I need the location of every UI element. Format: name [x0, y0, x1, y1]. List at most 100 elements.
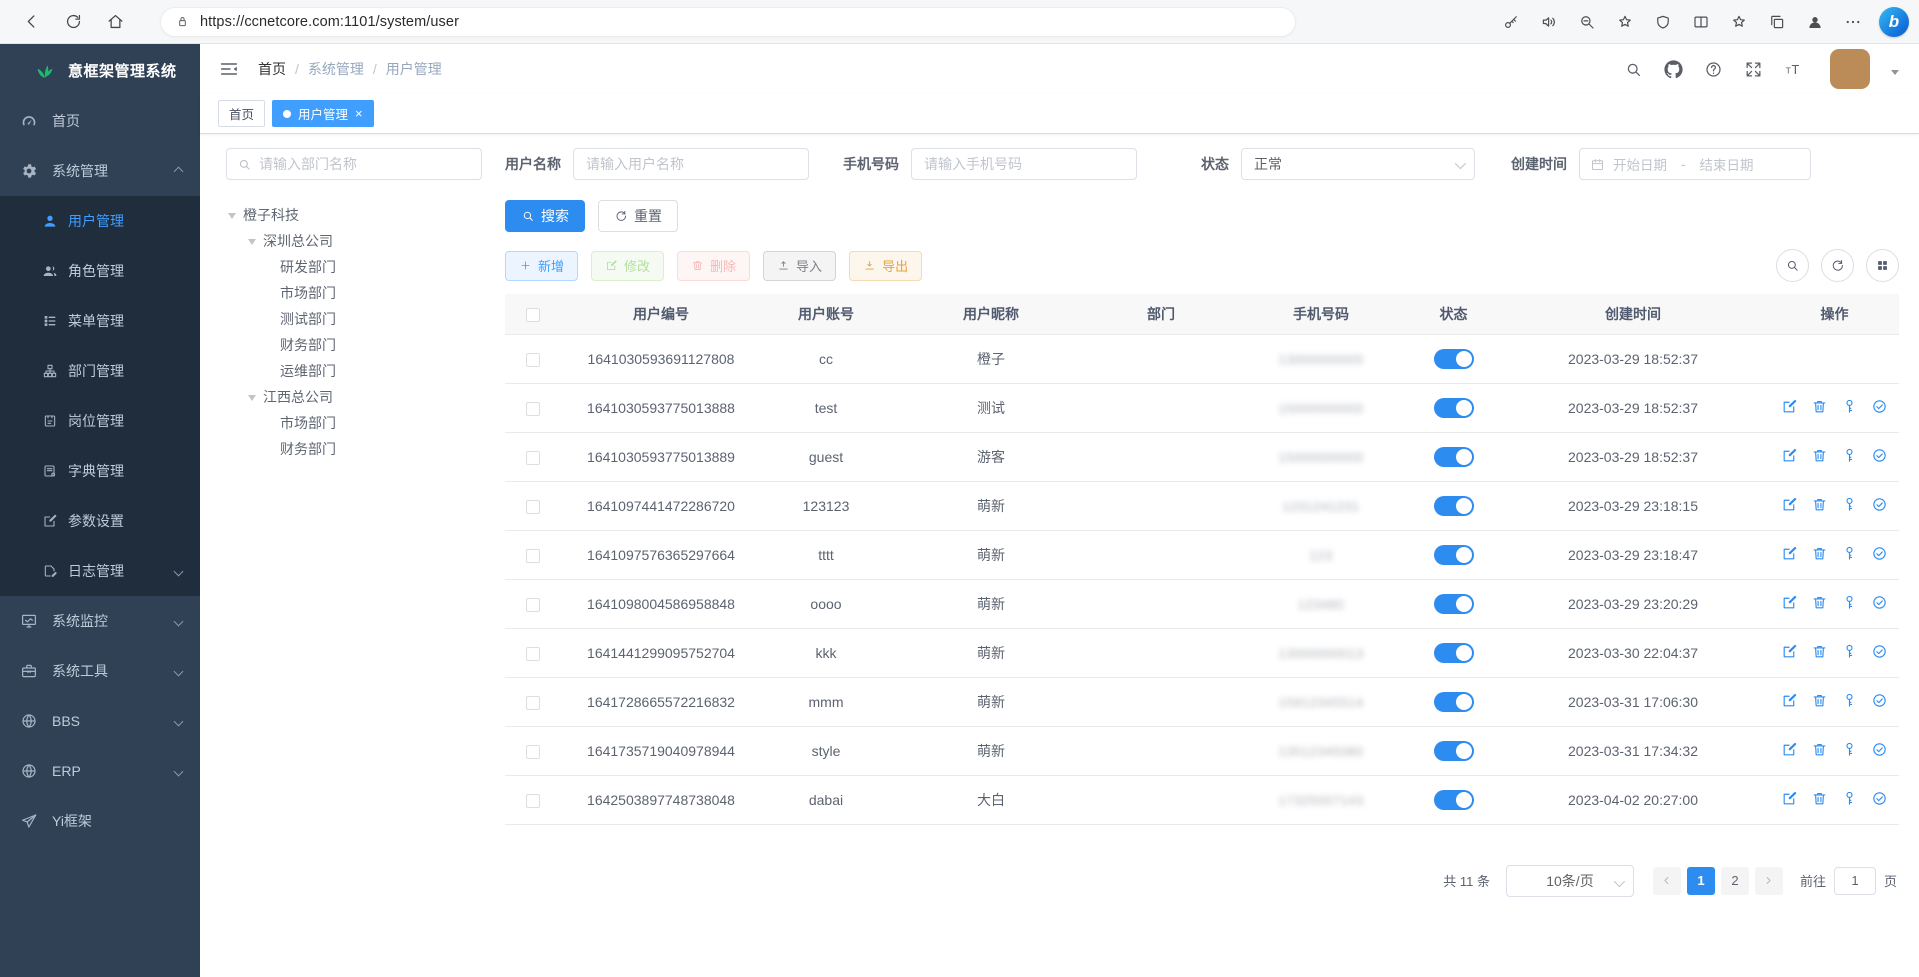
browser-essentials-button[interactable]	[1647, 6, 1679, 38]
row-edit-button[interactable]	[1781, 545, 1798, 562]
row-delete-button[interactable]	[1811, 643, 1828, 660]
search-button[interactable]	[1624, 60, 1643, 79]
home-button[interactable]	[98, 5, 132, 39]
row-checkbox[interactable]	[526, 598, 540, 612]
export-button[interactable]: 导出	[849, 251, 922, 281]
sidebar-item-post[interactable]: 岗位管理	[0, 396, 200, 446]
row-delete-button[interactable]	[1811, 398, 1828, 415]
row-checkbox[interactable]	[526, 745, 540, 759]
table-tool-grid-button[interactable]	[1866, 249, 1899, 282]
row-key-button[interactable]	[1841, 398, 1858, 415]
row-checkbox[interactable]	[526, 353, 540, 367]
search-button[interactable]: 搜索	[505, 200, 585, 232]
row-key-button[interactable]	[1841, 692, 1858, 709]
phone-input[interactable]	[911, 148, 1137, 180]
row-key-button[interactable]	[1841, 496, 1858, 513]
tree-node[interactable]: 测试部门	[226, 306, 482, 332]
status-toggle[interactable]	[1434, 545, 1474, 565]
split-screen-button[interactable]	[1685, 6, 1717, 38]
profile-button[interactable]	[1799, 6, 1831, 38]
collections-button[interactable]	[1761, 6, 1793, 38]
tab-active[interactable]: 用户管理×	[272, 100, 374, 127]
page-number-1[interactable]: 1	[1687, 867, 1715, 895]
breadcrumb-item[interactable]: 系统管理	[308, 59, 364, 79]
favorite-add-button[interactable]	[1609, 6, 1641, 38]
page-number-2[interactable]: 2	[1721, 867, 1749, 895]
status-toggle[interactable]	[1434, 741, 1474, 761]
key-button[interactable]	[1495, 6, 1527, 38]
row-delete-button[interactable]	[1811, 545, 1828, 562]
tree-node[interactable]: 财务部门	[226, 332, 482, 358]
sidebar-item-param[interactable]: 参数设置	[0, 496, 200, 546]
question-button[interactable]	[1704, 60, 1723, 79]
tree-expand-icon[interactable]	[248, 395, 256, 405]
sidebar-item-erp[interactable]: ERP	[0, 746, 200, 796]
import-button[interactable]: 导入	[763, 251, 836, 281]
sidebar-item-user[interactable]: 用户管理	[0, 196, 200, 246]
row-check-circle-button[interactable]	[1871, 692, 1888, 709]
tree-node[interactable]: 深圳总公司	[226, 228, 482, 254]
status-select[interactable]: 正常	[1241, 148, 1475, 180]
status-toggle[interactable]	[1434, 447, 1474, 467]
row-edit-button[interactable]	[1781, 398, 1798, 415]
page-size-select[interactable]: 10条/页	[1506, 865, 1634, 897]
row-delete-button[interactable]	[1811, 447, 1828, 464]
row-check-circle-button[interactable]	[1871, 496, 1888, 513]
bing-copilot-icon[interactable]: b	[1879, 7, 1909, 37]
row-key-button[interactable]	[1841, 741, 1858, 758]
back-button[interactable]	[14, 5, 48, 39]
dept-search-field[interactable]	[226, 148, 482, 180]
status-toggle[interactable]	[1434, 594, 1474, 614]
sidebar-item-bbs[interactable]: BBS	[0, 696, 200, 746]
username-input[interactable]	[573, 148, 809, 180]
status-toggle[interactable]	[1434, 496, 1474, 516]
reset-button[interactable]: 重置	[598, 200, 678, 232]
prev-page-button[interactable]	[1653, 867, 1681, 895]
row-key-button[interactable]	[1841, 447, 1858, 464]
close-icon[interactable]: ×	[355, 107, 363, 120]
row-key-button[interactable]	[1841, 594, 1858, 611]
tree-node[interactable]: 江西总公司	[226, 384, 482, 410]
font-size-button[interactable]: TT	[1784, 60, 1803, 79]
row-checkbox[interactable]	[526, 794, 540, 808]
user-avatar[interactable]	[1830, 49, 1870, 89]
status-toggle[interactable]	[1434, 398, 1474, 418]
row-checkbox[interactable]	[526, 402, 540, 416]
more-button[interactable]	[1837, 6, 1869, 38]
row-delete-button[interactable]	[1811, 790, 1828, 807]
goto-page-input[interactable]	[1834, 867, 1876, 895]
sidebar-item-system[interactable]: 系统管理	[0, 146, 200, 196]
url-bar[interactable]: https://ccnetcore.com:1101/system/user	[160, 7, 1296, 37]
row-delete-button[interactable]	[1811, 594, 1828, 611]
row-delete-button[interactable]	[1811, 692, 1828, 709]
github-button[interactable]	[1664, 60, 1683, 79]
sidebar-item-log[interactable]: 日志管理	[0, 546, 200, 596]
date-range-input[interactable]: 开始日期 - 结束日期	[1579, 148, 1811, 180]
row-delete-button[interactable]	[1811, 496, 1828, 513]
tree-node[interactable]: 财务部门	[226, 436, 482, 462]
sidebar-item-monitor[interactable]: 系统监控	[0, 596, 200, 646]
tree-expand-icon[interactable]	[228, 213, 236, 223]
row-edit-button[interactable]	[1781, 643, 1798, 660]
sidebar-item-yi-frame[interactable]: Yi框架	[0, 796, 200, 846]
sidebar-item-role[interactable]: 角色管理	[0, 246, 200, 296]
sidebar-item-dept[interactable]: 部门管理	[0, 346, 200, 396]
row-key-button[interactable]	[1841, 545, 1858, 562]
select-all-checkbox[interactable]	[526, 308, 540, 322]
breadcrumb-item[interactable]: 首页	[258, 59, 286, 79]
sidebar-item-home[interactable]: 首页	[0, 96, 200, 146]
row-edit-button[interactable]	[1781, 692, 1798, 709]
modify-button[interactable]: 修改	[591, 251, 664, 281]
row-edit-button[interactable]	[1781, 496, 1798, 513]
tree-expand-icon[interactable]	[248, 239, 256, 249]
sidebar-item-tools[interactable]: 系统工具	[0, 646, 200, 696]
status-toggle[interactable]	[1434, 349, 1474, 369]
row-delete-button[interactable]	[1811, 741, 1828, 758]
sidebar-collapse-button[interactable]	[218, 58, 240, 80]
table-tool-search-button[interactable]	[1776, 249, 1809, 282]
row-checkbox[interactable]	[526, 500, 540, 514]
delete-button[interactable]: 删除	[677, 251, 750, 281]
status-toggle[interactable]	[1434, 692, 1474, 712]
add-button[interactable]: 新增	[505, 251, 578, 281]
tree-node[interactable]: 市场部门	[226, 410, 482, 436]
